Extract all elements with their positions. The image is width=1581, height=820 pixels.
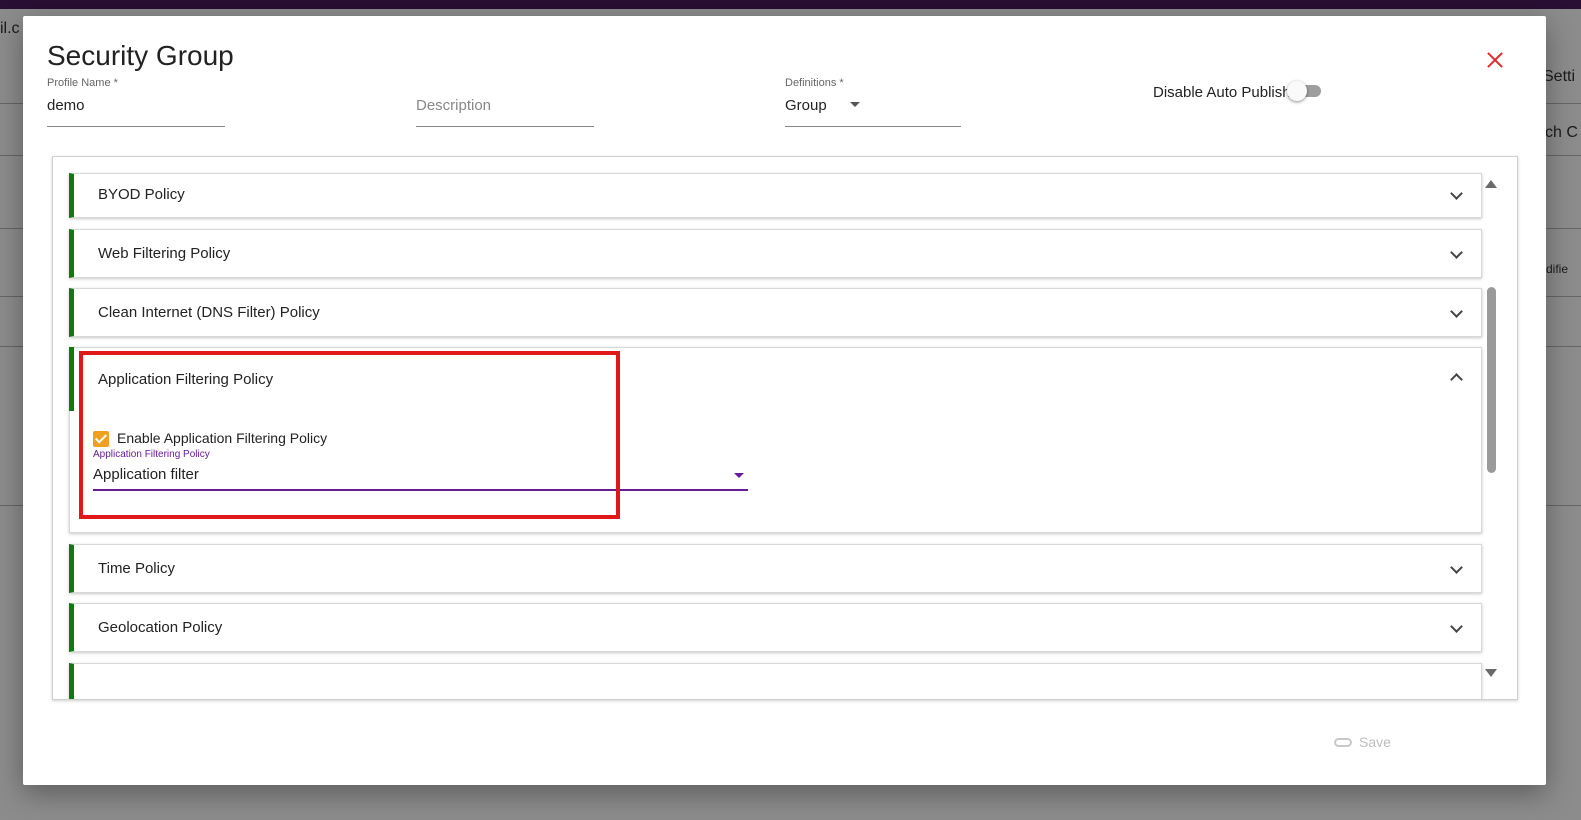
save-button[interactable]: Save — [1359, 734, 1391, 750]
definitions-select[interactable]: Definitions * Group — [785, 77, 961, 127]
profile-name-field[interactable]: Profile Name * demo — [47, 77, 225, 127]
policy-panel-geolocation[interactable]: Geolocation Policy — [69, 603, 1482, 652]
dropdown-arrow-icon[interactable] — [850, 102, 860, 107]
policy-title: Time Policy — [98, 560, 175, 577]
scroll-down-icon[interactable] — [1485, 669, 1497, 677]
policy-panel-clean-internet[interactable]: Clean Internet (DNS Filter) Policy — [69, 288, 1482, 337]
auto-publish-toggle[interactable] — [1287, 81, 1323, 101]
profile-name-value: demo — [47, 97, 85, 114]
chevron-down-icon[interactable] — [1450, 187, 1463, 200]
description-field[interactable]: Description — [416, 77, 594, 127]
dialog-title: Security Group — [47, 40, 234, 71]
policy-panel-partial[interactable] — [69, 663, 1482, 699]
save-icon[interactable] — [1334, 738, 1352, 747]
chevron-down-icon[interactable] — [1450, 246, 1463, 259]
profile-name-label: Profile Name * — [47, 77, 118, 89]
chevron-down-icon[interactable] — [1450, 561, 1463, 574]
policy-panel-time[interactable]: Time Policy — [69, 544, 1482, 593]
definitions-value: Group — [785, 97, 827, 114]
policy-title: Geolocation Policy — [98, 619, 223, 636]
panel-accent-stripe — [69, 347, 74, 411]
chevron-down-icon[interactable] — [1450, 305, 1463, 318]
close-icon[interactable] — [1484, 49, 1506, 71]
dropdown-arrow-icon[interactable] — [734, 473, 744, 478]
policy-panel-web-filtering[interactable]: Web Filtering Policy — [69, 229, 1482, 278]
highlight-box — [79, 351, 620, 519]
scrollbar-thumb[interactable] — [1487, 287, 1496, 473]
definitions-label: Definitions * — [785, 77, 844, 89]
chevron-down-icon[interactable] — [1450, 620, 1463, 633]
security-group-dialog: Security Group Profile Name * demo Descr… — [23, 16, 1546, 785]
auto-publish-label: Disable Auto Publish: — [1153, 84, 1295, 101]
description-placeholder: Description — [416, 97, 492, 114]
policy-title: BYOD Policy — [98, 186, 185, 203]
toggle-thumb[interactable] — [1287, 81, 1307, 101]
scroll-up-icon[interactable] — [1485, 180, 1497, 188]
policy-title: Web Filtering Policy — [98, 245, 231, 262]
chevron-up-icon[interactable] — [1450, 373, 1463, 386]
policy-title: Clean Internet (DNS Filter) Policy — [98, 304, 320, 321]
policy-panel-byod[interactable]: BYOD Policy — [69, 173, 1482, 218]
